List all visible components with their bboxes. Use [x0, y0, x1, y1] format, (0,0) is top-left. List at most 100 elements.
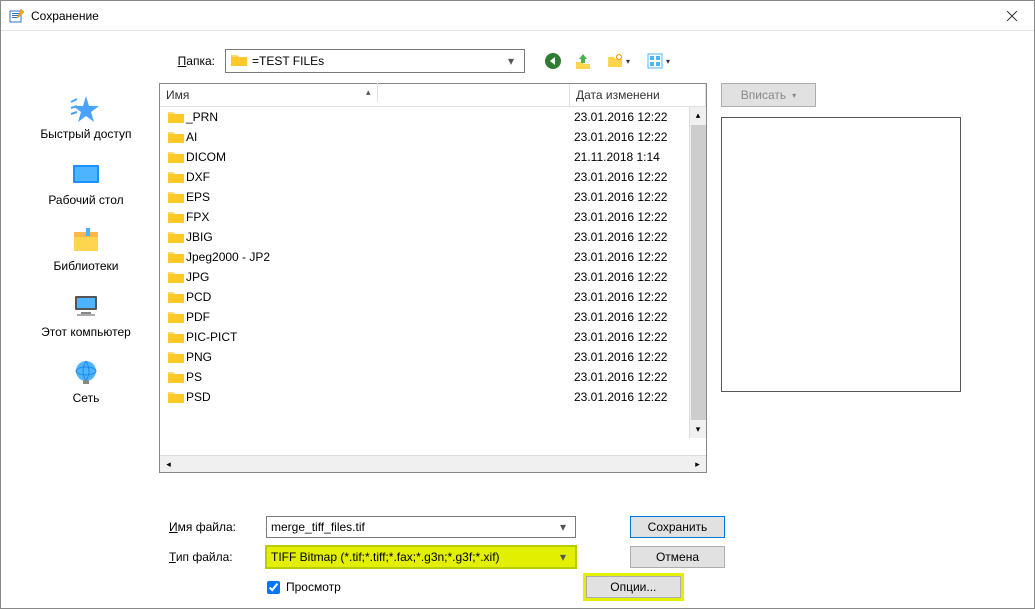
save-button[interactable]: Сохранить [630, 516, 725, 538]
file-name: JPG [186, 270, 574, 284]
window-title: Сохранение [31, 9, 989, 23]
file-date: 23.01.2016 12:22 [574, 210, 667, 224]
file-name: PDF [186, 310, 574, 324]
quick-access-icon [67, 93, 105, 125]
file-date: 23.01.2016 12:22 [574, 370, 667, 384]
fit-button[interactable]: Вписать ▾ [721, 83, 816, 107]
places-sidebar: Быстрый доступ Рабочий стол Библиотеки Э… [21, 49, 151, 598]
folder-icon [166, 228, 186, 246]
file-name: PSD [186, 390, 574, 404]
file-date: 23.01.2016 12:22 [574, 390, 667, 404]
cancel-button[interactable]: Отмена [630, 546, 725, 568]
file-name: PCD [186, 290, 574, 304]
up-button[interactable] [571, 50, 595, 72]
file-name: PIC-PICT [186, 330, 574, 344]
folder-icon [166, 388, 186, 406]
scroll-left-icon[interactable]: ◂ [160, 456, 177, 473]
folder-icon [166, 108, 186, 126]
sidebar-item-label: Быстрый доступ [40, 127, 131, 141]
preview-checkbox[interactable] [267, 581, 280, 594]
file-name: AI [186, 130, 574, 144]
file-name: JBIG [186, 230, 574, 244]
column-modified[interactable]: Дата изменени [570, 84, 706, 106]
file-date: 23.01.2016 12:22 [574, 310, 667, 324]
file-row[interactable]: PS 23.01.2016 12:22 [160, 367, 706, 387]
file-row[interactable]: PIC-PICT 23.01.2016 12:22 [160, 327, 706, 347]
sort-indicator-icon: ▴ [360, 83, 378, 102]
file-name: DICOM [186, 150, 574, 164]
file-row[interactable]: JPG 23.01.2016 12:22 [160, 267, 706, 287]
file-date: 23.01.2016 12:22 [574, 130, 667, 144]
scroll-thumb[interactable] [691, 125, 706, 420]
folder-value: =TEST FILEs [252, 54, 502, 68]
file-date: 21.11.2018 1:14 [574, 150, 660, 164]
folder-icon [166, 168, 186, 186]
file-row[interactable]: PCD 23.01.2016 12:22 [160, 287, 706, 307]
vertical-scrollbar[interactable]: ▴ ▾ [689, 107, 706, 438]
file-name: Jpeg2000 - JP2 [186, 250, 574, 264]
sidebar-item-label: Сеть [73, 391, 100, 405]
folder-icon [166, 148, 186, 166]
folder-icon [166, 188, 186, 206]
file-row[interactable]: FPX 23.01.2016 12:22 [160, 207, 706, 227]
sidebar-item-desktop[interactable]: Рабочий стол [44, 155, 127, 211]
app-icon [9, 8, 25, 24]
sidebar-item-this-pc[interactable]: Этот компьютер [37, 287, 135, 343]
horizontal-scrollbar[interactable]: ◂ ▸ [160, 455, 706, 472]
folder-select[interactable]: =TEST FILEs ▾ [225, 49, 525, 73]
file-date: 23.01.2016 12:22 [574, 190, 667, 204]
file-row[interactable]: PNG 23.01.2016 12:22 [160, 347, 706, 367]
file-row[interactable]: DICOM 21.11.2018 1:14 [160, 147, 706, 167]
close-button[interactable] [989, 2, 1034, 30]
file-row[interactable]: JBIG 23.01.2016 12:22 [160, 227, 706, 247]
new-folder-button[interactable]: ▾ [601, 50, 635, 72]
file-row[interactable]: DXF 23.01.2016 12:22 [160, 167, 706, 187]
file-date: 23.01.2016 12:22 [574, 230, 667, 244]
file-name: _PRN [186, 110, 574, 124]
column-headers: Имя Дата изменени ▴ [160, 84, 706, 107]
folder-icon [166, 348, 186, 366]
dropdown-icon: ▾ [502, 54, 520, 68]
folder-icon [230, 52, 248, 70]
folder-icon [166, 268, 186, 286]
scroll-up-icon[interactable]: ▴ [690, 107, 707, 124]
file-row[interactable]: PDF 23.01.2016 12:22 [160, 307, 706, 327]
sidebar-item-quick-access[interactable]: Быстрый доступ [36, 89, 135, 145]
desktop-icon [67, 159, 105, 191]
dropdown-icon: ▾ [555, 520, 571, 534]
libraries-icon [67, 225, 105, 257]
options-button[interactable]: Опции... [586, 576, 681, 598]
folder-icon [166, 368, 186, 386]
filename-label: Имя файла: [169, 520, 254, 534]
preview-label: Просмотр [286, 580, 341, 594]
network-icon [67, 357, 105, 389]
dropdown-icon: ▾ [555, 550, 571, 564]
file-date: 23.01.2016 12:22 [574, 290, 667, 304]
file-row[interactable]: Jpeg2000 - JP2 23.01.2016 12:22 [160, 247, 706, 267]
back-button[interactable] [541, 50, 565, 72]
sidebar-item-label: Рабочий стол [48, 193, 123, 207]
folder-icon [166, 208, 186, 226]
file-name: PS [186, 370, 574, 384]
file-row[interactable]: _PRN 23.01.2016 12:22 [160, 107, 706, 127]
scroll-right-icon[interactable]: ▸ [689, 456, 706, 473]
scroll-down-icon[interactable]: ▾ [690, 421, 707, 438]
folder-icon [166, 128, 186, 146]
file-row[interactable]: AI 23.01.2016 12:22 [160, 127, 706, 147]
folder-icon [166, 308, 186, 326]
file-date: 23.01.2016 12:22 [574, 250, 667, 264]
sidebar-item-libraries[interactable]: Библиотеки [49, 221, 122, 277]
file-row[interactable]: PSD 23.01.2016 12:22 [160, 387, 706, 407]
sidebar-item-label: Этот компьютер [41, 325, 131, 339]
file-date: 23.01.2016 12:22 [574, 330, 667, 344]
folder-icon [166, 328, 186, 346]
file-date: 23.01.2016 12:22 [574, 270, 667, 284]
filename-input[interactable]: merge_tiff_files.tif ▾ [266, 516, 576, 538]
file-row[interactable]: EPS 23.01.2016 12:22 [160, 187, 706, 207]
sidebar-item-network[interactable]: Сеть [63, 353, 109, 409]
chevron-down-icon: ▾ [792, 91, 796, 100]
filetype-select[interactable]: TIFF Bitmap (*.tif;*.tiff;*.fax;*.g3n;*.… [266, 546, 576, 568]
save-dialog: Сохранение Быстрый доступ Рабочий стол [0, 0, 1035, 609]
view-menu-button[interactable]: ▾ [641, 50, 675, 72]
preview-pane [721, 117, 961, 392]
